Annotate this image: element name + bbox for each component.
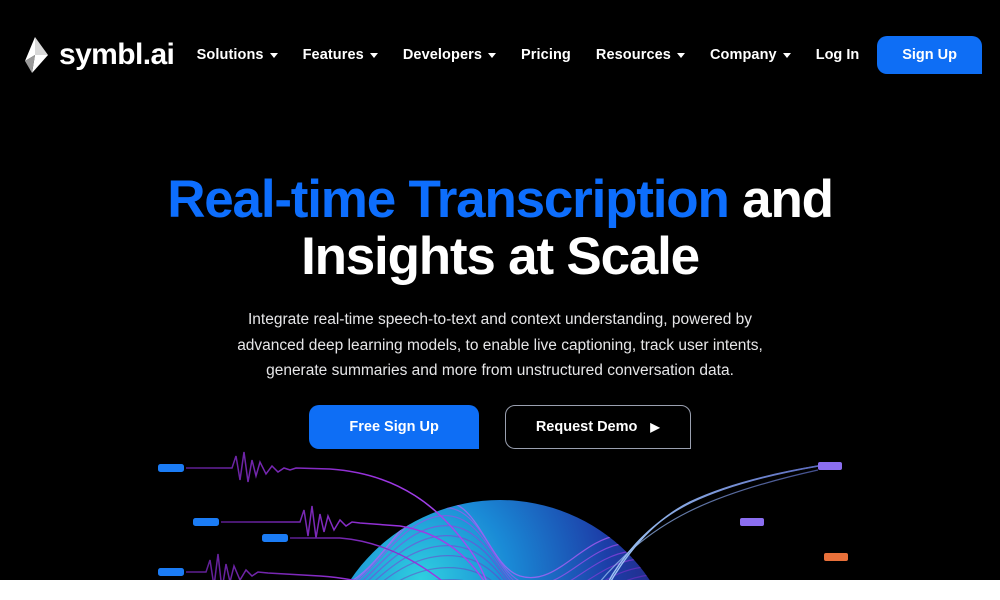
headline-accent: Real-time Transcription xyxy=(167,170,730,229)
chevron-down-icon xyxy=(676,52,685,58)
brand-logo[interactable]: symbl.ai xyxy=(22,37,175,73)
chevron-down-icon xyxy=(782,52,791,58)
stream-tag-left-3 xyxy=(262,534,288,542)
stream-tag-left-4 xyxy=(158,568,184,576)
top-navigation-bar: symbl.ai Solutions Features Developers P… xyxy=(0,0,1000,110)
chevron-down-icon xyxy=(369,52,378,58)
nav-item-resources-label: Resources xyxy=(595,47,671,63)
nav-item-pricing-label: Pricing xyxy=(521,47,571,63)
nav-item-company-label: Company xyxy=(709,47,777,63)
nav-actions: Log In Sign Up xyxy=(816,36,982,74)
signup-button[interactable]: Sign Up xyxy=(877,36,982,74)
nav-item-features[interactable]: Features xyxy=(303,47,378,63)
nav-links: Solutions Features Developers Pricing Re… xyxy=(197,47,816,63)
hero-subtext: Integrate real-time speech-to-text and c… xyxy=(237,311,763,379)
chevron-down-icon xyxy=(488,52,497,58)
symbl-arrow-logo-icon xyxy=(25,37,48,73)
stream-tag-left-2 xyxy=(193,518,219,526)
nav-item-solutions-label: Solutions xyxy=(196,47,264,63)
output-tag-right-3 xyxy=(824,553,848,561)
nav-item-resources[interactable]: Resources xyxy=(596,47,685,63)
symbl-hero-page: symbl.ai Solutions Features Developers P… xyxy=(0,0,1000,600)
request-demo-label: Request Demo xyxy=(535,418,638,435)
request-demo-button[interactable]: Request Demo ▶ xyxy=(504,404,691,449)
nav-item-features-label: Features xyxy=(302,47,364,63)
cta-row: Free Sign Up Request Demo ▶ xyxy=(0,404,1000,449)
login-link[interactable]: Log In xyxy=(816,47,860,63)
page-bottom-strip xyxy=(0,580,1000,600)
free-signup-button[interactable]: Free Sign Up xyxy=(309,404,479,449)
nav-item-developers-label: Developers xyxy=(402,47,483,63)
stream-tag-left-1 xyxy=(158,464,184,472)
play-arrow-icon: ▶ xyxy=(650,419,660,434)
output-tag-right-1 xyxy=(818,462,842,470)
page-title: Real-time Transcription and Insights at … xyxy=(0,170,1000,285)
chevron-down-icon xyxy=(269,52,278,58)
brand-name: symbl.ai xyxy=(59,38,175,71)
nav-item-developers[interactable]: Developers xyxy=(402,47,497,63)
output-tag-right-2 xyxy=(740,518,764,526)
nav-item-company[interactable]: Company xyxy=(710,47,791,63)
nav-item-solutions[interactable]: Solutions xyxy=(197,47,278,63)
nav-item-pricing[interactable]: Pricing xyxy=(521,47,571,63)
